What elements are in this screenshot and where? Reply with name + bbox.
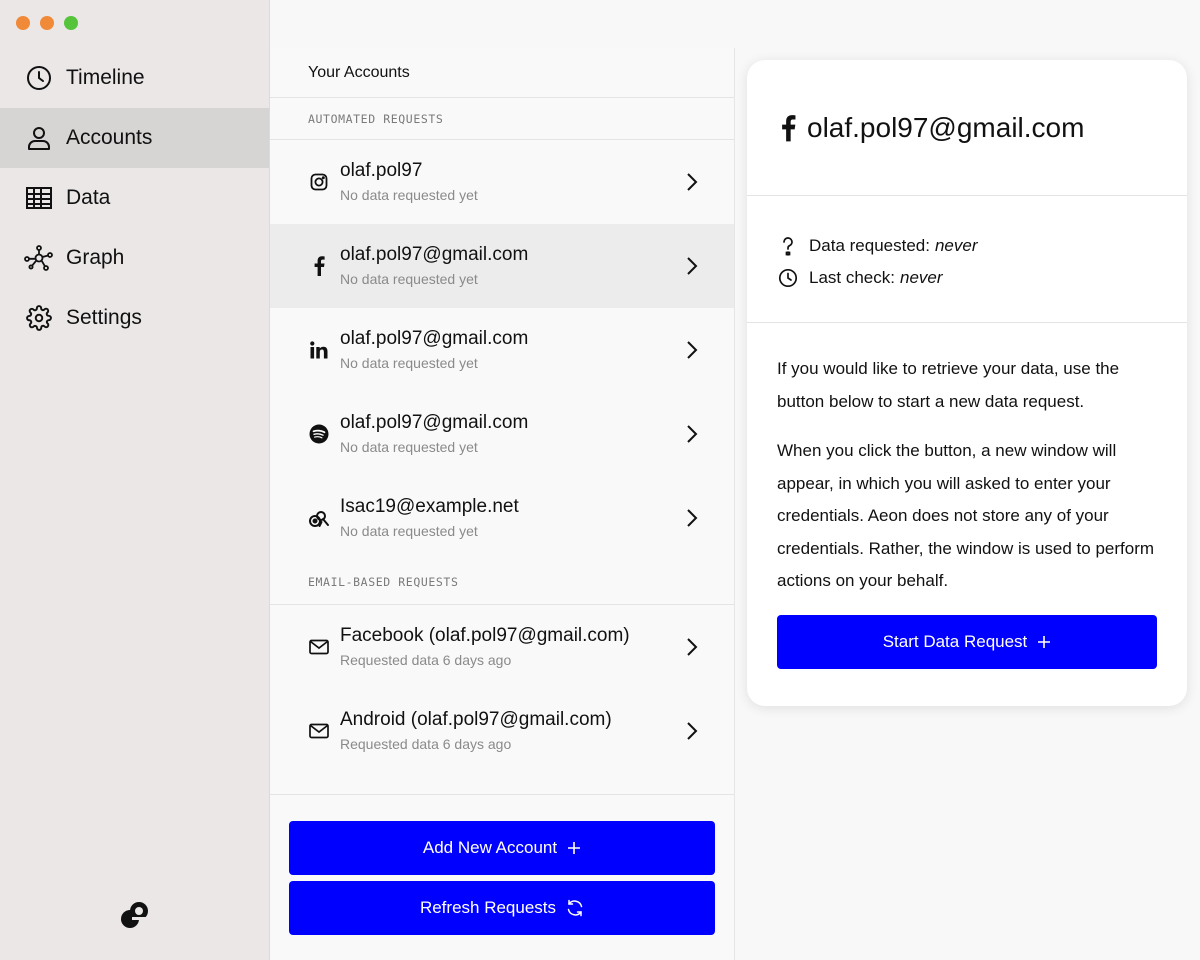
- spotify-icon: [306, 421, 332, 447]
- account-name: Isac19@example.net: [340, 495, 519, 517]
- data-requested-value: never: [934, 236, 978, 255]
- minimize-window-button[interactable]: [40, 16, 54, 30]
- gear-icon: [24, 303, 54, 333]
- sidebar: Timeline Accounts Data Graph Settings: [0, 0, 270, 960]
- account-status: Requested data 6 days ago: [340, 651, 512, 668]
- open-data-rights-icon: [306, 505, 332, 531]
- sidebar-item-label: Settings: [66, 306, 142, 329]
- mail-icon: [306, 718, 332, 744]
- email-request-row-android[interactable]: Android (olaf.pol97@gmail.com) Requested…: [270, 689, 734, 773]
- sidebar-item-label: Timeline: [66, 66, 145, 89]
- account-name: olaf.pol97: [340, 159, 423, 181]
- last-check-value: never: [900, 268, 943, 287]
- account-row-instagram[interactable]: olaf.pol97 No data requested yet: [270, 140, 734, 224]
- ae-logo: [118, 898, 152, 932]
- close-window-button[interactable]: [16, 16, 30, 30]
- accounts-actions: Add New Account Refresh Requests: [270, 794, 734, 941]
- button-label: Start Data Request: [882, 631, 1028, 651]
- chevron-right-icon: [684, 507, 700, 529]
- account-row-linkedin[interactable]: olaf.pol97@gmail.com No data requested y…: [270, 308, 734, 392]
- mail-icon: [306, 634, 332, 660]
- account-name: olaf.pol97@gmail.com: [340, 243, 529, 265]
- account-detail-card: olaf.pol97@gmail.com Data requested: nev…: [747, 60, 1187, 706]
- data-requested-line: Data requested: never: [777, 230, 1187, 262]
- account-row-open-data-rights[interactable]: Isac19@example.net No data requested yet: [270, 476, 734, 560]
- account-status: Requested data 6 days ago: [340, 735, 512, 752]
- sidebar-item-label: Graph: [66, 246, 125, 269]
- account-row-spotify[interactable]: olaf.pol97@gmail.com No data requested y…: [270, 392, 734, 476]
- email-request-row-facebook[interactable]: Facebook (olaf.pol97@gmail.com) Requeste…: [270, 605, 734, 689]
- graph-icon: [24, 243, 54, 273]
- account-name: olaf.pol97@gmail.com: [340, 327, 529, 349]
- question-icon: [777, 235, 799, 257]
- plus-icon: [567, 841, 581, 855]
- account-name: Facebook (olaf.pol97@gmail.com): [340, 624, 630, 646]
- user-icon: [24, 123, 54, 153]
- account-status: No data requested yet: [340, 522, 478, 539]
- account-name: olaf.pol97@gmail.com: [340, 411, 529, 433]
- refresh-icon: [566, 899, 584, 917]
- sidebar-item-accounts[interactable]: Accounts: [0, 108, 269, 168]
- pane-title: Your Accounts: [270, 48, 734, 98]
- section-label-email: EMAIL-BASED REQUESTS: [270, 560, 734, 605]
- detail-meta: Data requested: never Last check: never: [747, 196, 1187, 323]
- plus-icon: [1037, 635, 1051, 649]
- account-status: No data requested yet: [340, 438, 478, 455]
- table-icon: [24, 183, 54, 213]
- sidebar-item-data[interactable]: Data: [0, 168, 269, 228]
- chevron-right-icon: [684, 720, 700, 742]
- account-status: No data requested yet: [340, 186, 478, 203]
- account-row-facebook[interactable]: olaf.pol97@gmail.com No data requested y…: [270, 224, 734, 308]
- facebook-icon: [777, 113, 799, 143]
- last-check-line: Last check: never: [777, 262, 1187, 294]
- chevron-right-icon: [684, 423, 700, 445]
- window-controls: [16, 16, 78, 30]
- clock-icon: [24, 63, 54, 93]
- start-data-request-button[interactable]: Start Data Request: [777, 614, 1157, 669]
- account-status: No data requested yet: [340, 270, 478, 287]
- sidebar-item-label: Data: [66, 186, 111, 209]
- sidebar-item-settings[interactable]: Settings: [0, 288, 269, 348]
- sidebar-nav: Timeline Accounts Data Graph Settings: [0, 48, 269, 348]
- detail-paragraph-1: If you would like to retrieve your data,…: [777, 359, 1120, 411]
- last-check-label: Last check:: [809, 268, 895, 287]
- data-requested-label: Data requested:: [809, 236, 930, 255]
- sidebar-item-label: Accounts: [66, 126, 153, 149]
- sidebar-item-graph[interactable]: Graph: [0, 228, 269, 288]
- facebook-icon: [306, 253, 332, 279]
- button-label: Refresh Requests: [419, 898, 557, 917]
- chevron-right-icon: [684, 339, 700, 361]
- refresh-requests-button[interactable]: Refresh Requests: [289, 881, 715, 935]
- detail-header: olaf.pol97@gmail.com: [747, 60, 1187, 196]
- chevron-right-icon: [684, 636, 700, 658]
- add-account-button[interactable]: Add New Account: [289, 821, 715, 875]
- maximize-window-button[interactable]: [64, 16, 78, 30]
- linkedin-icon: [306, 337, 332, 363]
- account-status: No data requested yet: [340, 354, 478, 371]
- detail-account-title: olaf.pol97@gmail.com: [807, 111, 1085, 143]
- detail-body: If you would like to retrieve your data,…: [747, 323, 1187, 669]
- clock-icon: [777, 267, 799, 289]
- sidebar-item-timeline[interactable]: Timeline: [0, 48, 269, 108]
- detail-paragraph-2: When you click the button, a new window …: [777, 441, 1155, 590]
- account-name: Android (olaf.pol97@gmail.com): [340, 708, 612, 730]
- chevron-right-icon: [684, 171, 700, 193]
- button-label: Add New Account: [422, 838, 558, 857]
- accounts-pane: Your Accounts AUTOMATED REQUESTS olaf.po…: [270, 48, 735, 960]
- chevron-right-icon: [684, 255, 700, 277]
- instagram-icon: [306, 169, 332, 195]
- section-label-automated: AUTOMATED REQUESTS: [270, 98, 734, 140]
